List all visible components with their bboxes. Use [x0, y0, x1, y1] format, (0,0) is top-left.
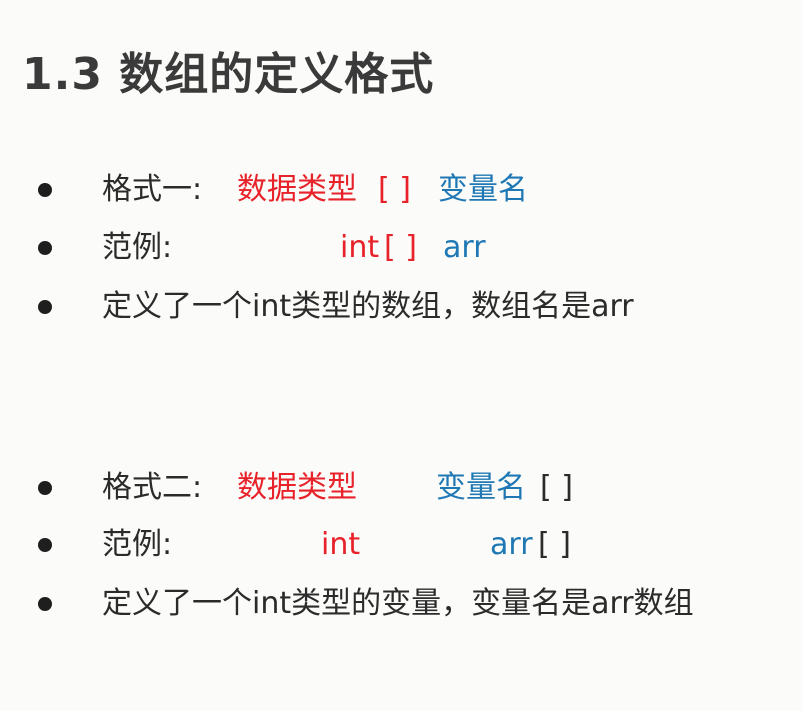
bullet-icon [38, 300, 52, 314]
example1-label: 范例: [102, 230, 173, 265]
example2-brackets: [ ] [538, 527, 571, 562]
example2-label: 范例: [102, 527, 173, 562]
format1-label: 格式一: [102, 172, 203, 207]
format2-label: 格式二: [102, 470, 203, 505]
format2-brackets: [ ] [540, 470, 573, 505]
bullet-icon [38, 597, 52, 611]
format1-brackets: [ ] [378, 172, 411, 207]
example1-type: int [340, 230, 380, 265]
format2-variable: 变量名 [436, 470, 526, 505]
example1-variable: arr [443, 230, 486, 265]
example2-type: int [321, 527, 361, 562]
format1-type: 数据类型 [237, 172, 357, 207]
page-title: 1.3 数组的定义格式 [22, 49, 435, 100]
bullet-icon [38, 538, 52, 552]
example2-variable: arr [490, 527, 533, 562]
bullet-icon [38, 183, 52, 197]
format2-description: 定义了一个int类型的变量，变量名是arr数组 [102, 586, 694, 621]
format1-description: 定义了一个int类型的数组，数组名是arr [102, 289, 634, 324]
bullet-icon [38, 481, 52, 495]
bullet-icon [38, 241, 52, 255]
format2-type: 数据类型 [237, 470, 357, 505]
format1-variable: 变量名 [438, 172, 528, 207]
example1-brackets: [ ] [384, 230, 417, 265]
